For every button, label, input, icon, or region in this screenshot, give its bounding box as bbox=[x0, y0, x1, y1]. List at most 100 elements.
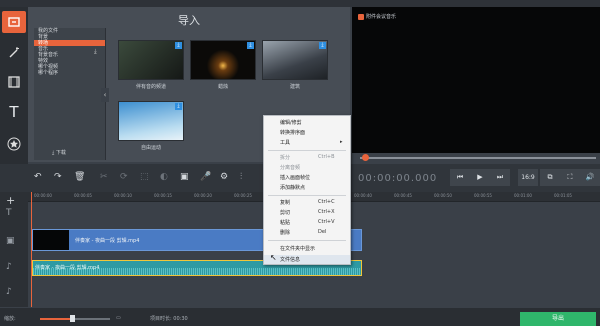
ctx-edit-trim[interactable]: 编辑/修剪 bbox=[280, 119, 302, 126]
timecode-display: 00:00:00.000 bbox=[358, 173, 438, 184]
thumbnail-label: 建筑 bbox=[289, 84, 300, 90]
record-audio-button[interactable]: 🎤 bbox=[200, 172, 211, 182]
text-track-icon: T bbox=[6, 208, 12, 218]
seek-handle[interactable] bbox=[362, 154, 369, 161]
next-button[interactable]: ⏭ bbox=[490, 169, 510, 186]
thumbnail-label: 伴有音的频道 bbox=[135, 84, 166, 90]
download-icon[interactable]: ⤓ bbox=[175, 103, 182, 110]
video-clip-label: 伴奏家 - 夜曲一段 剪辑.mp4 bbox=[75, 238, 140, 244]
rotate-button[interactable]: ⟳ bbox=[120, 172, 128, 182]
detach-preview-button[interactable]: ⧉ bbox=[540, 169, 560, 186]
ruler-label: 00:00:05 bbox=[74, 193, 92, 198]
media-thumbnail[interactable]: ⤓ bbox=[262, 40, 328, 80]
stickers-tool-button[interactable] bbox=[2, 133, 26, 155]
seek-bar[interactable] bbox=[360, 157, 596, 159]
text-icon: T bbox=[9, 103, 19, 121]
ctx-add-silence[interactable]: 添加静默点 bbox=[280, 184, 305, 191]
logo-icon bbox=[358, 13, 364, 20]
image-button[interactable]: ▣ bbox=[180, 172, 189, 182]
fullscreen-button[interactable]: ⛶ bbox=[560, 169, 580, 186]
menu-separator bbox=[268, 150, 346, 151]
export-button[interactable]: 导出 bbox=[520, 312, 596, 326]
video-clip-thumbnail bbox=[33, 230, 69, 250]
settings-button[interactable]: ⚙ bbox=[220, 172, 228, 182]
media-thumbnail[interactable]: ⤓ bbox=[118, 40, 184, 80]
ctx-shortcut: Ctrl+V bbox=[318, 219, 335, 225]
volume-button[interactable]: 🔊 bbox=[580, 169, 600, 186]
preview-player[interactable] bbox=[352, 7, 600, 153]
effects-tool-button[interactable] bbox=[2, 41, 26, 63]
ctx-shortcut: Ctrl+C bbox=[318, 199, 335, 205]
transitions-tool-button[interactable] bbox=[2, 71, 26, 93]
ruler-label: 00:00:00 bbox=[34, 193, 52, 198]
download-icon[interactable]: ⤓ bbox=[319, 42, 326, 49]
playhead[interactable] bbox=[31, 192, 32, 307]
ctx-insert-frame[interactable]: 插入画面帧位 bbox=[280, 174, 310, 181]
collapse-panel-button[interactable]: ‹ bbox=[101, 88, 109, 102]
ruler-label: 00:00:10 bbox=[114, 193, 132, 198]
ctx-detach-audio[interactable]: 分离音频 bbox=[280, 164, 300, 171]
menu-separator bbox=[268, 195, 346, 196]
context-menu bbox=[263, 115, 351, 265]
ruler-label: 00:00:40 bbox=[354, 193, 372, 198]
ctx-file-info[interactable]: 文件信息 bbox=[280, 256, 300, 263]
import-tool-button[interactable] bbox=[2, 11, 26, 33]
equalizer-button[interactable]: ⫶ bbox=[240, 172, 242, 182]
previous-button[interactable]: ⏮ bbox=[450, 169, 470, 186]
ctx-cut[interactable]: 剪切 bbox=[280, 209, 290, 216]
skip-forward-icon: ⏭ bbox=[496, 173, 504, 181]
media-thumbnail[interactable]: ⤓ bbox=[118, 101, 184, 141]
redo-button[interactable]: ↷ bbox=[54, 172, 62, 182]
color-adjust-button[interactable]: ◐ bbox=[160, 172, 168, 182]
media-thumbnail[interactable]: ⤓ bbox=[190, 40, 256, 80]
zoom-label: 缩放: bbox=[4, 316, 16, 322]
plus-icon: + bbox=[6, 194, 16, 207]
add-track-button[interactable]: + bbox=[6, 194, 15, 207]
zoom-slider-handle[interactable] bbox=[70, 315, 75, 322]
ctx-show-in-folder[interactable]: 在文件夹中显示 bbox=[280, 245, 315, 252]
ctx-split[interactable]: 拆分 bbox=[280, 154, 290, 161]
project-duration: 项目时长: 00:30 bbox=[150, 316, 188, 322]
download-button[interactable]: ⤓ 下载 bbox=[52, 149, 66, 156]
tree-item[interactable]: 哪个程序 bbox=[34, 70, 105, 76]
ruler-label: 00:00:20 bbox=[194, 193, 212, 198]
speaker-icon: 🔊 bbox=[585, 173, 595, 181]
ctx-copy[interactable]: 复制 bbox=[280, 199, 290, 206]
fit-timeline-icon[interactable]: ▭ bbox=[116, 315, 121, 321]
ruler-label: 00:00:15 bbox=[154, 193, 172, 198]
download-icon[interactable]: ⤓ bbox=[247, 42, 254, 49]
magic-wand-icon bbox=[9, 47, 19, 58]
audio-track-icon: ♪ bbox=[6, 262, 12, 272]
submenu-arrow-icon: ▸ bbox=[340, 139, 343, 145]
ruler-label: 00:00:45 bbox=[394, 193, 412, 198]
download-arrow-icon[interactable]: ⤓ bbox=[94, 48, 97, 56]
menu-separator bbox=[268, 240, 346, 241]
play-icon: ▶ bbox=[477, 173, 483, 181]
ctx-convert[interactable]: 转换排序面 bbox=[280, 129, 305, 136]
star-icon bbox=[7, 137, 21, 151]
ctx-shortcut: Del bbox=[318, 229, 327, 235]
menu-bar: 文件 编辑 回放 导出 帮助 bbox=[0, 0, 600, 16]
crop-button[interactable]: ⬚ bbox=[140, 172, 149, 182]
fullscreen-icon: ⛶ bbox=[567, 173, 573, 181]
delete-button[interactable]: 🗑 bbox=[74, 172, 85, 182]
film-icon bbox=[8, 76, 20, 88]
thumbnail-label: 自由运动 bbox=[140, 145, 161, 151]
video-track-icon: ▣ bbox=[6, 236, 15, 246]
ctx-delete[interactable]: 删除 bbox=[280, 229, 290, 236]
ctx-tools[interactable]: 工具 bbox=[280, 139, 290, 146]
download-icon[interactable]: ⤓ bbox=[175, 42, 182, 49]
ctx-shortcut: Ctrl+B bbox=[318, 154, 335, 160]
titles-tool-button[interactable]: T bbox=[2, 101, 26, 123]
ruler-label: 00:00:25 bbox=[234, 193, 252, 198]
cut-button[interactable]: ✂ bbox=[100, 172, 108, 182]
context-menu-hover bbox=[264, 255, 350, 264]
undo-button[interactable]: ↶ bbox=[34, 172, 42, 182]
aspect-ratio-button[interactable]: 16:9 bbox=[518, 169, 538, 186]
audio-clip-label: 伴奏家 - 夜曲一段 剪辑.mp4 bbox=[35, 265, 100, 271]
ctx-shortcut: Ctrl+X bbox=[318, 209, 335, 215]
play-button[interactable]: ▶ bbox=[470, 169, 490, 186]
ruler-label: 00:00:55 bbox=[474, 193, 492, 198]
track-headers bbox=[0, 192, 28, 307]
ctx-paste[interactable]: 粘贴 bbox=[280, 219, 290, 226]
